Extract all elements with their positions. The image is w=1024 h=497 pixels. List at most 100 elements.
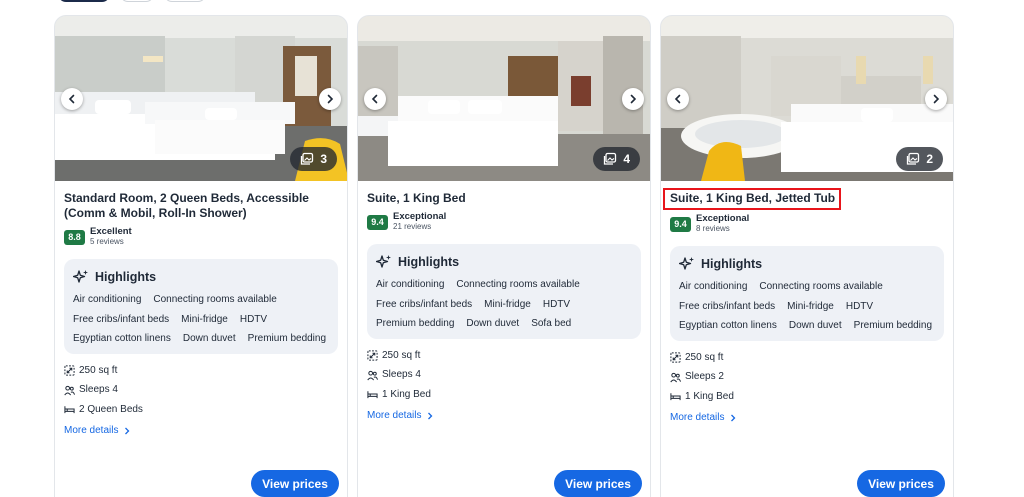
more-details-link[interactable]: More details: [367, 410, 641, 421]
room-specs: 250 sq ft Sleeps 4 2 Queen Beds: [64, 365, 338, 417]
gallery-icon: [301, 152, 314, 165]
room-area: 250 sq ft: [367, 350, 641, 363]
gallery-icon: [604, 152, 617, 165]
feature-item: Connecting rooms available: [456, 279, 580, 290]
guest-rating: 8.8 Excellent 5 reviews: [64, 227, 338, 247]
room-card: 3 Standard Room, 2 Queen Beds, Accessibl…: [54, 15, 348, 497]
filter-pill[interactable]: [164, 0, 206, 2]
feature-item: HDTV: [542, 298, 571, 310]
photo-count: 4: [623, 152, 630, 166]
review-count: 8 reviews: [696, 224, 730, 233]
rating-label: Exceptional: [696, 213, 750, 224]
gallery-icon: [907, 152, 920, 165]
chevron-left-icon: [68, 94, 75, 104]
chevron-right-icon: [630, 94, 637, 104]
sparkle-icon: [679, 257, 694, 270]
room-specs: 250 sq ft Sleeps 4 1 King Bed: [367, 350, 641, 402]
room-beds: 2 Queen Beds: [64, 404, 338, 417]
sparkle-icon: [73, 270, 88, 283]
filter-pill[interactable]: [120, 0, 154, 2]
room-sleeps: Sleeps 4: [64, 384, 338, 397]
prev-photo-button[interactable]: [61, 88, 83, 110]
rating-score: 9.4: [670, 216, 691, 232]
room-specs: 250 sq ft Sleeps 2 1 King Bed: [670, 352, 944, 404]
bed-icon: [670, 393, 681, 401]
feature-item: Down duvet: [788, 320, 842, 331]
expand-arrows-icon: [64, 365, 75, 376]
room-sleeps: Sleeps 4: [367, 369, 641, 382]
room-photo[interactable]: 3: [55, 16, 347, 181]
highlights-panel: Highlights Air conditioning Connecting r…: [367, 244, 641, 339]
filter-pill[interactable]: [58, 0, 110, 2]
rating-score: 8.8: [64, 229, 85, 245]
feature-item: Free cribs/infant beds: [376, 298, 473, 310]
feature-item: Free cribs/infant beds: [679, 300, 776, 312]
feature-item: Mini-fridge: [181, 313, 228, 325]
next-photo-button[interactable]: [319, 88, 341, 110]
photo-count: 2: [926, 152, 933, 166]
feature-item: Egyptian cotton linens: [679, 320, 777, 331]
room-title: Suite, 1 King Bed, Jetted Tub: [663, 188, 944, 210]
highlights-title: Highlights: [95, 270, 157, 284]
photo-count: 3: [320, 152, 327, 166]
feature-item: HDTV: [845, 300, 874, 312]
room-title-highlighted: Suite, 1 King Bed, Jetted Tub: [663, 188, 842, 210]
chevron-right-icon: [428, 412, 433, 419]
rating-label: Excellent: [90, 226, 132, 237]
chevron-right-icon: [731, 414, 736, 421]
view-prices-button[interactable]: View prices: [554, 470, 642, 497]
bed-icon: [367, 391, 378, 399]
room-beds: 1 King Bed: [367, 389, 641, 402]
feature-item: Down duvet: [182, 333, 236, 344]
rating-score: 9.4: [367, 214, 388, 230]
room-area: 250 sq ft: [64, 365, 338, 378]
feature-item: Mini-fridge: [484, 298, 531, 310]
feature-item: Sofa bed: [531, 318, 572, 329]
room-sleeps: Sleeps 2: [670, 371, 944, 384]
highlights-title: Highlights: [398, 255, 460, 269]
review-count: 5 reviews: [90, 237, 124, 246]
room-card: 2 Suite, 1 King Bed, Jetted Tub 9.4 Exce…: [660, 15, 954, 497]
room-title: Standard Room, 2 Queen Beds, Accessible …: [64, 191, 309, 220]
photo-count-badge[interactable]: 3: [290, 147, 337, 171]
people-icon: [64, 385, 75, 396]
filter-pills: [58, 0, 206, 2]
feature-item: Premium bedding: [247, 333, 327, 344]
highlights-panel: Highlights Air conditioning Connecting r…: [64, 259, 338, 354]
feature-item: Free cribs/infant beds: [73, 313, 170, 325]
photo-count-badge[interactable]: 4: [593, 147, 640, 171]
next-photo-button[interactable]: [622, 88, 644, 110]
room-photo[interactable]: 4: [358, 16, 650, 181]
feature-item: Egyptian cotton linens: [73, 333, 171, 344]
highlights-title: Highlights: [701, 257, 763, 271]
guest-rating: 9.4 Exceptional 21 reviews: [367, 212, 641, 232]
expand-arrows-icon: [670, 352, 681, 363]
room-title: Suite, 1 King Bed: [367, 191, 466, 205]
more-details-link[interactable]: More details: [64, 425, 338, 436]
room-area: 250 sq ft: [670, 352, 944, 365]
chevron-left-icon: [674, 94, 681, 104]
next-photo-button[interactable]: [925, 88, 947, 110]
prev-photo-button[interactable]: [364, 88, 386, 110]
chevron-right-icon: [933, 94, 940, 104]
room-card: 4 Suite, 1 King Bed 9.4 Exceptional 21 r…: [357, 15, 651, 497]
more-details-link[interactable]: More details: [670, 412, 944, 423]
people-icon: [670, 372, 681, 383]
rating-label: Exceptional: [393, 211, 447, 222]
room-photo[interactable]: 2: [661, 16, 953, 181]
feature-item: Mini-fridge: [787, 300, 834, 312]
feature-item: Premium bedding: [376, 318, 455, 329]
prev-photo-button[interactable]: [667, 88, 689, 110]
view-prices-button[interactable]: View prices: [857, 470, 945, 497]
chevron-right-icon: [327, 94, 334, 104]
feature-item: Air conditioning: [376, 279, 445, 290]
feature-item: Connecting rooms available: [153, 294, 277, 305]
feature-item: Air conditioning: [679, 281, 748, 292]
view-prices-button[interactable]: View prices: [251, 470, 339, 497]
feature-item: HDTV: [239, 313, 268, 325]
guest-rating: 9.4 Exceptional 8 reviews: [670, 214, 944, 234]
feature-item: Air conditioning: [73, 294, 142, 305]
feature-item: Premium bedding: [853, 320, 933, 331]
photo-count-badge[interactable]: 2: [896, 147, 943, 171]
people-icon: [367, 370, 378, 381]
